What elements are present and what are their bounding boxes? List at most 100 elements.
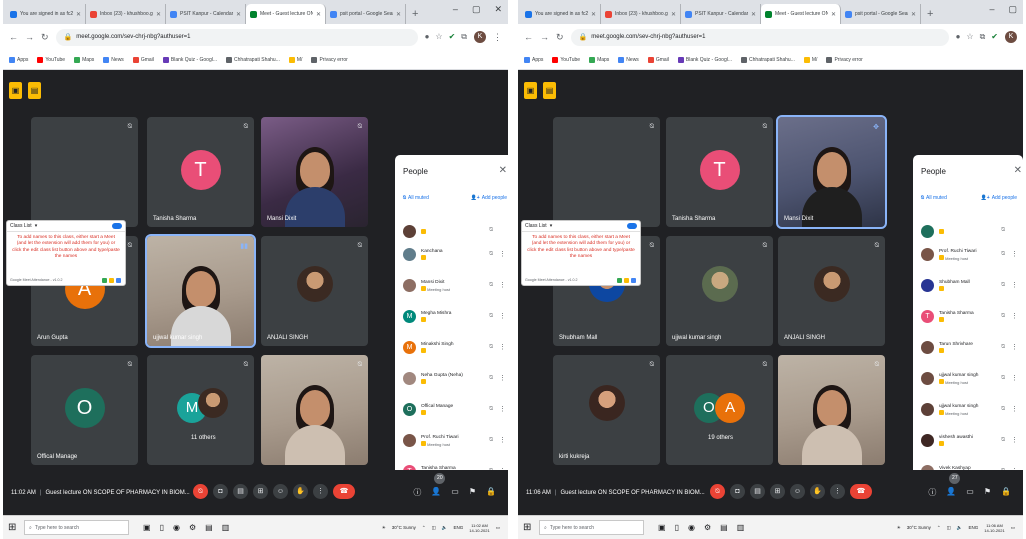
people-row[interactable]: M Megha Mishra ⍉ ⋮ <box>395 301 508 332</box>
browser-tab[interactable]: Inbox (23) - khushboo.gaur@pr✕ <box>86 4 166 24</box>
task-view-icon[interactable]: ▣ <box>143 523 151 532</box>
chrome-icon[interactable]: ◉ <box>688 523 695 532</box>
check-icon[interactable]: ✔ <box>991 32 998 42</box>
participant-video-tile[interactable]: ⍉ <box>261 355 368 465</box>
bookmark-quiz[interactable]: Blank Quiz - Googl... <box>677 56 732 63</box>
add-people-button[interactable]: 👤+ Add people <box>471 195 507 201</box>
camera-icon[interactable]: ● <box>956 32 961 42</box>
activities-icon[interactable]: ⚑ <box>984 487 991 498</box>
store-icon[interactable]: ▤ <box>720 523 728 532</box>
chrome-icon[interactable]: ◉ <box>173 523 180 532</box>
close-tab-icon[interactable]: ✕ <box>316 11 321 18</box>
participant-tile[interactable]: O ⍉ Offical Manage <box>31 355 138 465</box>
star-icon[interactable]: ☆ <box>966 32 973 42</box>
participant-tile[interactable]: ⍉ <box>553 117 660 227</box>
captions-button[interactable]: ▤ <box>233 484 248 499</box>
more-icon[interactable]: ⋮ <box>1011 250 1018 258</box>
browser-tab[interactable]: psit portal - Google Search✕ <box>326 4 406 24</box>
weather-icon[interactable]: ☀ <box>897 525 901 531</box>
people-row[interactable]: Prof. Ruchi Tiwari Meeting host ⍉ ⋮ <box>913 239 1023 270</box>
bookmark-gmail[interactable]: Gmail <box>132 56 154 63</box>
address-bar[interactable]: 🔒 meet.google.com/sev-chrj-nbg?authuser=1 <box>570 28 949 46</box>
star-icon[interactable]: ☆ <box>435 32 442 42</box>
participant-tile[interactable]: ⍉ ujjwal kumar singh <box>666 236 773 346</box>
dropdown-icon[interactable]: ▾ <box>550 223 553 229</box>
leave-call-button[interactable]: ☎ <box>850 484 872 499</box>
info-icon[interactable] <box>631 278 636 283</box>
notes-icon[interactable]: ▤ <box>28 82 41 99</box>
address-bar[interactable]: 🔒 meet.google.com/sev-chrj-nbg?authuser=1 <box>55 28 418 46</box>
more-icon[interactable]: ⋮ <box>1011 374 1018 382</box>
settings-icon[interactable]: ⚙ <box>189 523 196 532</box>
tray-arrow-icon[interactable]: ⌃ <box>422 525 426 531</box>
notes-icon[interactable]: ▤ <box>543 82 556 99</box>
participant-video-tile[interactable]: ✥ Mansi Dixit <box>776 115 887 229</box>
close-icon[interactable]: ✕ <box>1014 165 1022 176</box>
more-icon[interactable]: ⋮ <box>499 436 506 444</box>
chat-icon[interactable]: ▭ <box>451 487 459 498</box>
people-row[interactable]: O Offical Manage ⍉ ⋮ <box>395 394 508 425</box>
check-icon[interactable]: ✔ <box>449 32 456 42</box>
bookmark-privacy[interactable]: Privacy error <box>311 56 348 63</box>
raise-hand-button[interactable]: ✋ <box>810 484 825 499</box>
edit-icon[interactable] <box>109 278 114 283</box>
mute-all-button[interactable]: ⍉ All muted <box>921 195 947 201</box>
close-tab-icon[interactable]: ✕ <box>156 11 161 18</box>
volume-icon[interactable]: 🔈 <box>442 525 448 531</box>
camera-toggle-button[interactable]: ◘ <box>213 484 228 499</box>
people-row[interactable]: Mansi Dixit Meeting host ⍉ ⋮ <box>395 270 508 301</box>
more-icon[interactable]: ⋮ <box>1011 436 1018 444</box>
new-tab-button[interactable]: + <box>406 4 424 24</box>
participant-tile[interactable]: ⍉ <box>31 117 138 227</box>
pin-icon[interactable]: ✥ <box>873 123 879 131</box>
people-row[interactable]: vishesh awasthi ⍉ ⋮ <box>913 425 1023 456</box>
forward-icon[interactable]: → <box>540 32 549 42</box>
browser-tab-active[interactable]: Meet - Guest lecture ON SC✕ <box>761 4 841 24</box>
attendance-icon[interactable]: ▣ <box>524 82 537 99</box>
bookmark-youtube[interactable]: YouTube <box>552 56 580 63</box>
people-row[interactable]: ujjwal kumar singh Meeting host ⍉ ⋮ <box>913 363 1023 394</box>
minimize-icon[interactable]: – <box>453 4 458 15</box>
mic-toggle-button[interactable]: ⍉ <box>193 484 208 499</box>
more-icon[interactable]: ⋮ <box>1011 312 1018 320</box>
settings-icon[interactable]: ⚙ <box>704 523 711 532</box>
class-list-title[interactable]: Class List <box>525 223 547 229</box>
people-row[interactable]: Prof. Ruchi Tiwari Meeting host ⍉ ⋮ <box>395 425 508 456</box>
people-row[interactable]: Tarun Shrivhare ⍉ ⋮ <box>913 332 1023 363</box>
close-tab-icon[interactable]: ✕ <box>76 11 81 18</box>
close-tab-icon[interactable]: ✕ <box>236 11 241 18</box>
browser-tab[interactable]: You are signed in as fc22063✕ <box>6 4 86 24</box>
activities-icon[interactable]: ⚑ <box>469 487 476 498</box>
volume-icon[interactable]: 🔈 <box>957 525 963 531</box>
participant-tile[interactable]: ⍉ kirti kukreja <box>553 355 660 465</box>
more-icon[interactable]: ⋮ <box>1011 281 1018 289</box>
people-row[interactable]: ⍉ <box>913 223 1023 239</box>
maximize-icon[interactable]: ▢ <box>472 4 481 15</box>
people-icon[interactable]: 👤 20 <box>431 473 446 498</box>
class-list-title[interactable]: Class List <box>10 223 32 229</box>
attendance-icon[interactable]: ▣ <box>9 82 22 99</box>
leave-call-button[interactable]: ☎ <box>333 484 355 499</box>
bookmark-university[interactable]: Chhatrapati Shahu... <box>741 56 795 63</box>
bookmark-quiz[interactable]: Blank Quiz - Googl... <box>162 56 217 63</box>
info-icon[interactable]: ⓘ <box>928 487 936 498</box>
mic-toggle-button[interactable]: ⍉ <box>710 484 725 499</box>
close-tab-icon[interactable]: ✕ <box>396 11 401 18</box>
people-row[interactable]: M Minakshi Singh ⍉ ⋮ <box>395 332 508 363</box>
people-icon[interactable]: 👤 27 <box>946 473 961 498</box>
bookmark-apps[interactable]: Apps <box>524 56 543 63</box>
browser-tab-active[interactable]: Meet - Guest lecture ON SC✕ <box>246 4 326 24</box>
lock-icon[interactable]: 🔒 <box>486 487 496 498</box>
weather-icon[interactable]: ☀ <box>382 525 386 531</box>
close-window-icon[interactable]: ✕ <box>494 4 502 15</box>
sheet-icon[interactable] <box>617 278 622 283</box>
clock[interactable]: 11:06 AM 14-10-2021 <box>984 523 1004 533</box>
maximize-icon[interactable]: ▢ <box>1008 4 1017 15</box>
present-button[interactable]: ⊞ <box>253 484 268 499</box>
more-icon[interactable]: ⋮ <box>1011 405 1018 413</box>
new-tab-button[interactable]: + <box>921 4 939 24</box>
windows-start-icon[interactable]: ⊞ <box>8 522 20 533</box>
reload-icon[interactable]: ↻ <box>41 32 49 43</box>
network-icon[interactable]: ◫ <box>432 525 436 531</box>
browser-tab[interactable]: PSIT Kanpur - Calendar - Week✕ <box>681 4 761 24</box>
